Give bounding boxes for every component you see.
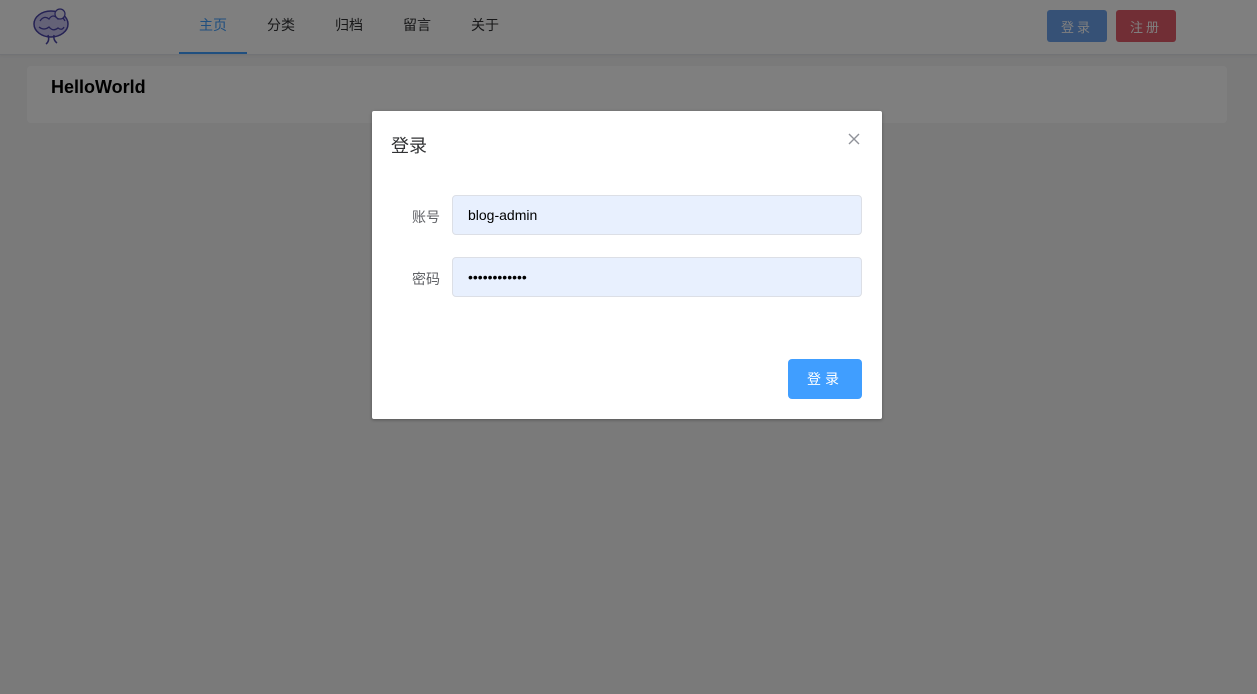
password-label: 密码 bbox=[412, 271, 440, 287]
username-label: 账号 bbox=[412, 209, 440, 225]
login-dialog: 登录 账号 密码 登录 bbox=[372, 111, 882, 419]
dialog-title: 登录 bbox=[391, 136, 427, 156]
login-submit-button[interactable]: 登录 bbox=[788, 359, 862, 399]
username-input[interactable] bbox=[452, 195, 862, 235]
close-icon[interactable] bbox=[846, 131, 862, 147]
page: 主页 分类 归档 留言 关于 登录 注册 HelloWorld 登录 账号 密码… bbox=[0, 0, 1257, 694]
password-input[interactable] bbox=[452, 257, 862, 297]
